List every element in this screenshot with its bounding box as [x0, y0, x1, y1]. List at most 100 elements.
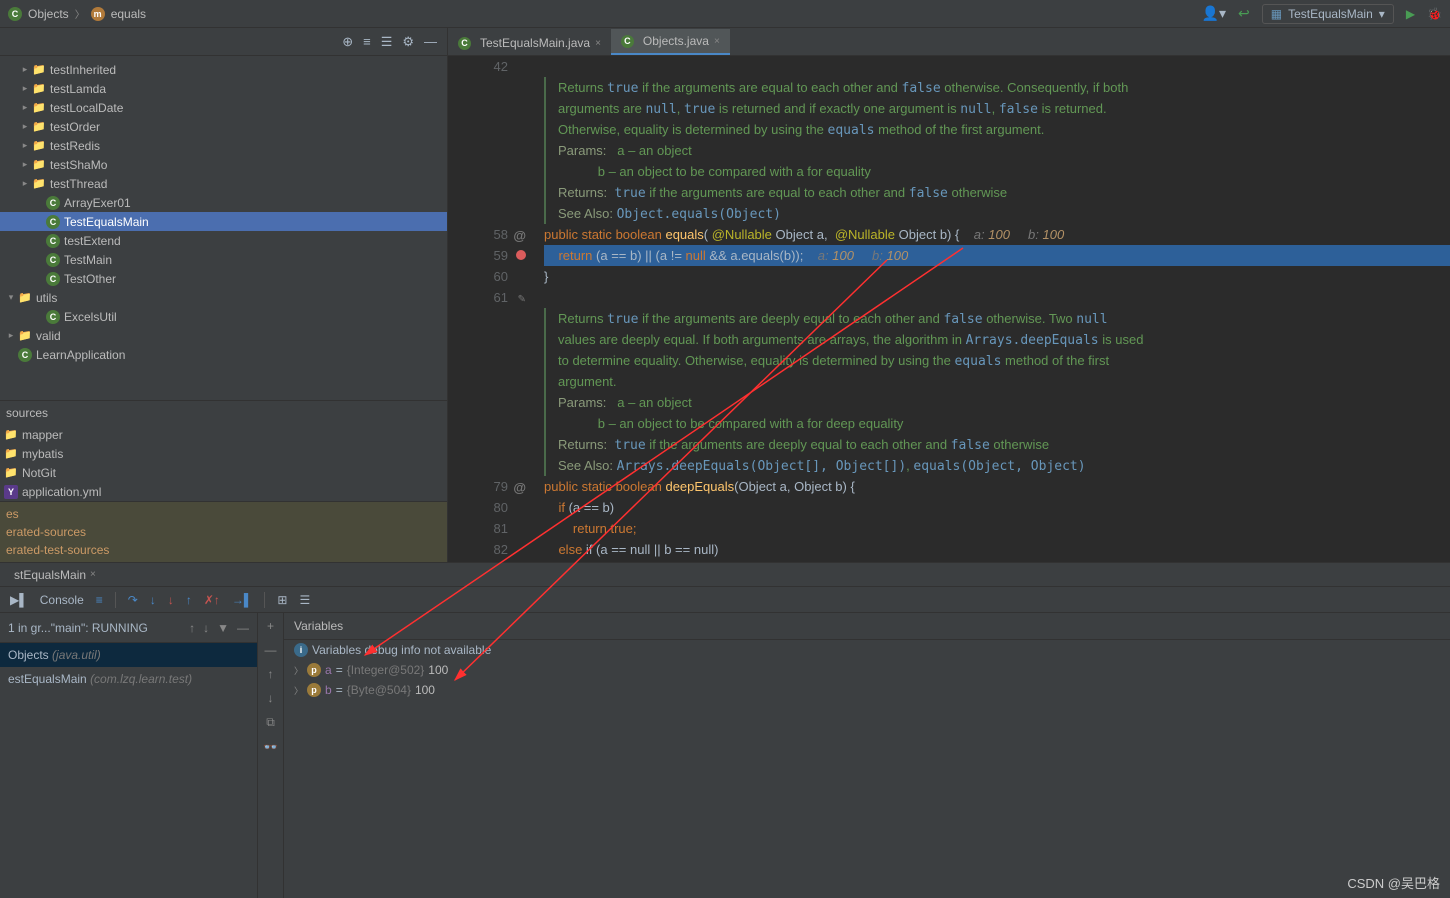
dir-icon: [32, 101, 46, 115]
stack-frame[interactable]: estEqualsMain (com.lzq.learn.test): [0, 667, 257, 691]
close-icon[interactable]: ×: [90, 569, 96, 580]
debug-toolbar: ▶▌ Console ≡ ↷ ↓ ↓ ↑ ✗↑ →▌ ⊞ ☰: [0, 587, 1450, 613]
project-sidebar: ⊕ ≡ ☰ ⚙ — ▸testInherited▸testLamda▸testL…: [0, 28, 448, 562]
step-out-icon[interactable]: ↑: [186, 593, 192, 607]
expand-icon[interactable]: ≡: [363, 34, 371, 49]
drop-frame-icon[interactable]: ✗↑: [204, 593, 220, 607]
tree-item[interactable]: CTestMain: [0, 250, 447, 269]
project-tree[interactable]: ▸testInherited▸testLamda▸testLocalDate▸t…: [0, 56, 447, 400]
cls-icon: C: [46, 310, 60, 324]
variable-info: i Variables debug info not available: [284, 640, 1450, 660]
cls-icon: C: [46, 272, 60, 286]
cls-icon: C: [46, 253, 60, 267]
more-icon[interactable]: —: [237, 621, 249, 635]
tree-item[interactable]: ▸testRedis: [0, 136, 447, 155]
tree-item[interactable]: CExcelsUtil: [0, 307, 447, 326]
chevron-down-icon: ▾: [1379, 7, 1385, 21]
gear-icon[interactable]: ⚙: [402, 34, 414, 50]
sidebar-toolbar: ⊕ ≡ ☰ ⚙ —: [0, 28, 447, 56]
trace-icon[interactable]: ☰: [299, 593, 310, 607]
tree-item[interactable]: CLearnApplication: [0, 345, 447, 364]
tree-item[interactable]: ▸testLamda: [0, 79, 447, 98]
tree-item[interactable]: CTestEqualsMain: [0, 212, 447, 231]
dir-icon: [18, 329, 32, 343]
tree-item[interactable]: NotGit: [0, 463, 447, 482]
dir-icon: [32, 82, 46, 96]
editor: CTestEqualsMain.java×CObjects.java× 42 5…: [448, 28, 1450, 562]
tree-item[interactable]: mybatis: [0, 444, 447, 463]
gutter: 42 58@ 59 60 61✎ 79@ 80 81 82: [448, 56, 516, 562]
tree-item[interactable]: CtestExtend: [0, 231, 447, 250]
breakpoint-icon[interactable]: [516, 250, 526, 260]
user-icon[interactable]: 👤▾: [1202, 5, 1226, 22]
tree-item[interactable]: CArrayExer01: [0, 193, 447, 212]
cls-icon: C: [46, 196, 60, 210]
debug-panel: stEqualsMain × ▶▌ Console ≡ ↷ ↓ ↓ ↑ ✗↑ →…: [0, 562, 1450, 898]
editor-tabs: CTestEqualsMain.java×CObjects.java×: [448, 28, 1450, 56]
down-icon[interactable]: ↓: [268, 691, 274, 705]
cls-icon: C: [46, 215, 60, 229]
thread-label[interactable]: 1 in gr..."main": RUNNING: [8, 621, 148, 635]
breadcrumb: C Objects 〉 m equals: [8, 6, 146, 21]
run-config-selector[interactable]: ▦ TestEqualsMain ▾: [1262, 4, 1394, 24]
tree-item[interactable]: CTestOther: [0, 269, 447, 288]
dir-icon: [18, 291, 32, 305]
collapse-icon[interactable]: ☰: [381, 34, 393, 50]
tree-item[interactable]: ▸testOrder: [0, 117, 447, 136]
evaluate-icon[interactable]: ⊞: [277, 593, 287, 607]
tree-item[interactable]: ▾utils: [0, 288, 447, 307]
variables-panel: + — ↑ ↓ ⧉ 👓 Variables i Variables debug …: [258, 613, 1450, 898]
override-icon[interactable]: @: [513, 225, 526, 246]
remove-watch-icon[interactable]: —: [265, 643, 277, 657]
force-step-into-icon[interactable]: ↓: [168, 593, 174, 607]
locate-icon[interactable]: ⊕: [342, 34, 353, 50]
down-icon[interactable]: ↓: [203, 621, 209, 635]
glasses-icon[interactable]: 👓: [263, 740, 278, 754]
tree-item[interactable]: ▸valid: [0, 326, 447, 345]
tree-item[interactable]: ▸testShaMo: [0, 155, 447, 174]
edit-icon[interactable]: ✎: [518, 289, 526, 310]
threads-icon[interactable]: ≡: [96, 593, 103, 607]
step-into-icon[interactable]: ↓: [150, 593, 156, 607]
step-over-icon[interactable]: ↷: [128, 593, 138, 607]
watermark: CSDN @吴巴格: [1347, 873, 1440, 892]
method-icon: m: [91, 7, 105, 21]
breadcrumb-method[interactable]: equals: [111, 7, 146, 21]
tree-item[interactable]: ▸testLocalDate: [0, 98, 447, 117]
debug-button[interactable]: 🐞: [1427, 7, 1442, 21]
cls-icon: C: [46, 234, 60, 248]
dir-icon: [32, 120, 46, 134]
java-icon: C: [18, 348, 32, 362]
sources-header: sources: [0, 400, 447, 425]
back-icon[interactable]: ↩: [1238, 5, 1250, 22]
run-to-cursor-icon[interactable]: →▌: [232, 593, 253, 607]
hide-icon[interactable]: —: [424, 34, 437, 49]
up-icon[interactable]: ↑: [189, 621, 195, 635]
breadcrumb-class[interactable]: Objects: [28, 7, 69, 21]
layout-icon[interactable]: ▶▌: [10, 593, 28, 607]
copy-icon[interactable]: ⧉: [266, 715, 275, 730]
override-icon[interactable]: @: [513, 477, 526, 498]
stack-frame[interactable]: Objects (java.util): [0, 643, 257, 667]
console-tab[interactable]: Console: [40, 593, 84, 607]
tree-item[interactable]: ▸testThread: [0, 174, 447, 193]
filter-icon[interactable]: ▼: [217, 621, 229, 635]
code-editor[interactable]: 42 58@ 59 60 61✎ 79@ 80 81 82 Returns tr…: [448, 56, 1450, 562]
variable-row[interactable]: 〉p a = {Integer@502} 100: [284, 660, 1450, 680]
close-icon[interactable]: ×: [595, 38, 601, 49]
tree-item[interactable]: ▸testInherited: [0, 60, 447, 79]
run-button[interactable]: ▶: [1406, 7, 1415, 21]
editor-tab[interactable]: CObjects.java×: [611, 29, 730, 55]
close-icon[interactable]: ×: [714, 36, 720, 47]
dir-icon: [32, 158, 46, 172]
frames-panel: 1 in gr..."main": RUNNING ↑ ↓ ▼ — Objects (…: [0, 613, 258, 898]
up-icon[interactable]: ↑: [268, 667, 274, 681]
param-icon: p: [307, 663, 321, 677]
editor-tab[interactable]: CTestEqualsMain.java×: [448, 31, 611, 55]
tree-item[interactable]: mapper: [0, 425, 447, 444]
variable-row[interactable]: 〉p b = {Byte@504} 100: [284, 680, 1450, 700]
debug-tab[interactable]: stEqualsMain ×: [6, 565, 104, 585]
class-icon: C: [8, 7, 22, 21]
tree-item[interactable]: Yapplication.yml: [0, 482, 447, 501]
add-watch-icon[interactable]: +: [267, 619, 274, 633]
